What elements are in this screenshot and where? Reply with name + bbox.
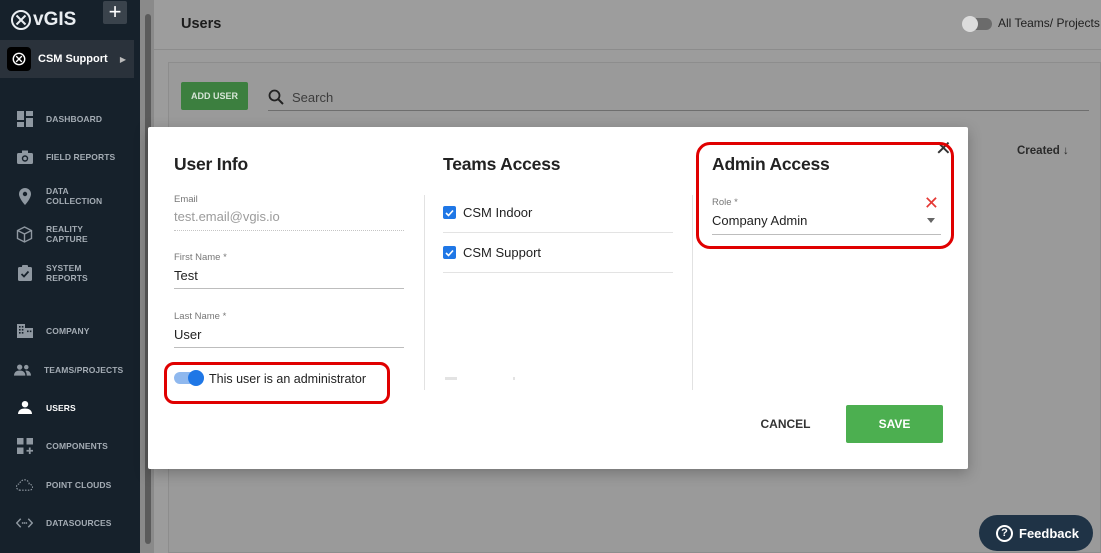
admin-access-title: Admin Access xyxy=(712,154,830,174)
first-name-field[interactable]: First Name * Test xyxy=(174,252,404,289)
sidebar-item-system-reports[interactable]: SYSTEM REPORTS xyxy=(0,263,140,283)
faded-list-item xyxy=(445,377,515,380)
sidebar-item-label: TEAMS/PROJECTS xyxy=(44,364,124,375)
person-icon xyxy=(16,399,33,416)
components-icon xyxy=(16,437,33,454)
email-label: Email xyxy=(174,194,198,205)
divider xyxy=(692,195,693,390)
first-name-value[interactable]: Test xyxy=(174,268,404,287)
sidebar-item-label: FIELD REPORTS xyxy=(46,151,116,162)
dashboard-icon xyxy=(16,110,33,127)
sidebar-item-datasources[interactable]: DATASOURCES xyxy=(0,514,140,531)
team-checkbox-label: CSM Indoor xyxy=(463,205,533,220)
all-teams-toggle-label: All Teams/ Projects xyxy=(998,16,1100,30)
cube-icon xyxy=(16,225,33,243)
sidebar-item-label: REALITY CAPTURE xyxy=(46,224,88,244)
team-logo-icon xyxy=(7,47,31,71)
email-value: test.email@vgis.io xyxy=(174,209,280,224)
code-arrows-icon xyxy=(16,514,33,531)
sidebar-item-label: SYSTEM REPORTS xyxy=(46,263,88,283)
add-user-button[interactable]: ADD USER xyxy=(181,82,248,110)
dropdown-arrow-icon[interactable] xyxy=(927,218,935,223)
add-button[interactable]: + xyxy=(103,1,127,24)
sidebar-item-users[interactable]: USERS xyxy=(0,399,140,416)
save-button[interactable]: SAVE xyxy=(846,405,943,443)
team-checkbox-row[interactable]: CSM Indoor xyxy=(443,193,673,233)
last-name-label: Last Name * xyxy=(174,311,227,322)
last-name-field[interactable]: Last Name * User xyxy=(174,311,404,348)
team-name: CSM Support xyxy=(38,53,108,65)
role-value[interactable]: Company Admin xyxy=(712,213,941,228)
teams-access-title: Teams Access xyxy=(443,154,561,174)
feedback-button[interactable]: ? Feedback xyxy=(979,515,1093,551)
arrow-down-icon: ↓ xyxy=(1063,145,1069,157)
sidebar-item-label: POINT CLOUDS xyxy=(46,479,112,490)
first-name-label: First Name * xyxy=(174,252,227,263)
role-label: Role * xyxy=(712,197,738,208)
email-field: Email test.email@vgis.io xyxy=(174,194,404,231)
sidebar-item-field-reports[interactable]: FIELD REPORTS xyxy=(0,148,140,165)
team-selector[interactable]: CSM Support ▶ xyxy=(0,40,134,78)
created-column-header[interactable]: Created ↓ xyxy=(1017,145,1069,157)
role-select[interactable]: Role * Company Admin ✕ xyxy=(712,194,941,235)
caret-right-icon: ▶ xyxy=(119,54,126,64)
sidebar-item-label: DATASOURCES xyxy=(46,517,112,528)
search-icon xyxy=(268,89,284,110)
sidebar-item-point-clouds[interactable]: POINT CLOUDS xyxy=(0,476,140,493)
team-checkbox-label: CSM Support xyxy=(463,245,542,260)
divider xyxy=(424,195,425,390)
clipboard-check-icon xyxy=(16,265,33,282)
search-bar xyxy=(268,86,1089,111)
close-icon[interactable]: ✕ xyxy=(935,139,952,159)
sidebar-item-components[interactable]: COMPONENTS xyxy=(0,437,140,454)
last-name-value[interactable]: User xyxy=(174,327,404,346)
sidebar-item-label: DATA COLLECTION xyxy=(46,186,103,206)
sidebar-item-dashboard[interactable]: DASHBOARD xyxy=(0,110,140,127)
sidebar-item-label: DASHBOARD xyxy=(46,113,103,124)
camera-icon xyxy=(16,148,33,165)
sidebar-item-company[interactable]: COMPANY xyxy=(0,322,140,339)
sidebar-item-label: USERS xyxy=(46,402,76,413)
logo-text: vGIS xyxy=(33,9,77,30)
cancel-button[interactable]: CANCEL xyxy=(753,405,818,443)
administrator-toggle[interactable] xyxy=(174,370,204,386)
search-input[interactable] xyxy=(292,86,1072,108)
checkbox-checked-icon[interactable] xyxy=(443,246,456,259)
all-teams-toggle[interactable] xyxy=(962,16,992,32)
feedback-label: Feedback xyxy=(1019,525,1079,541)
people-icon xyxy=(14,361,31,378)
help-icon: ? xyxy=(996,524,1013,542)
team-checkbox-row[interactable]: CSM Support xyxy=(443,233,673,273)
cloud-icon xyxy=(16,476,33,493)
administrator-toggle-label: This user is an administrator xyxy=(209,372,367,386)
sidebar-item-reality-capture[interactable]: REALITY CAPTURE xyxy=(0,224,140,244)
sidebar-item-data-collection[interactable]: DATA COLLECTION xyxy=(0,186,140,206)
vgis-logo-icon xyxy=(11,10,31,30)
clear-icon[interactable]: ✕ xyxy=(924,194,939,212)
header: Users All Teams/ Projects xyxy=(154,0,1101,50)
sidebar-item-teams-projects[interactable]: TEAMS/PROJECTS xyxy=(0,361,140,378)
location-pin-icon xyxy=(16,187,33,205)
building-icon xyxy=(16,322,33,339)
page-title: Users xyxy=(181,16,222,32)
sidebar-item-label: COMPONENTS xyxy=(46,440,108,451)
edit-user-dialog: ✕ User Info Email test.email@vgis.io Fir… xyxy=(148,127,968,469)
user-info-title: User Info xyxy=(174,154,249,174)
sidebar: vGIS + CSM Support ▶ DASHBOARD FIELD REP… xyxy=(0,0,140,553)
checkbox-checked-icon[interactable] xyxy=(443,206,456,219)
sidebar-item-label: COMPANY xyxy=(46,325,90,336)
